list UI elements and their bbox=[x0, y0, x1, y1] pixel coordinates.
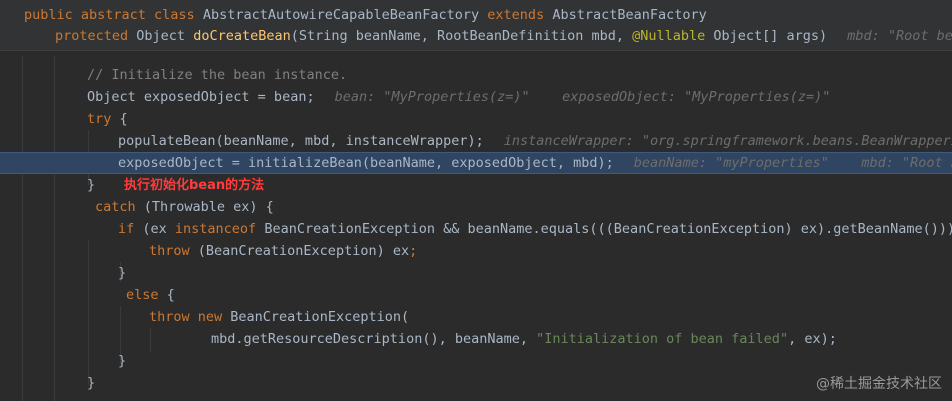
code-text: exposedObject = initializeBean(beanName,… bbox=[118, 155, 614, 171]
inline-debug-hint: instanceWrapper: "org.springframework.be… bbox=[503, 133, 952, 149]
code-line-exposed-object: Object exposedObject = bean; bean: "MyPro… bbox=[87, 86, 952, 108]
parent-class-name: AbstractBeanFactory bbox=[552, 7, 707, 23]
code-line-populate-bean: populateBean(beanName, mbd, instanceWrap… bbox=[118, 130, 952, 152]
throw-keyword: throw bbox=[149, 243, 190, 259]
catch-keyword: catch bbox=[95, 199, 136, 215]
code-text: (Throwable ex) { bbox=[135, 199, 274, 215]
code-line-try: try { bbox=[87, 108, 952, 130]
code-text: { bbox=[111, 111, 128, 127]
method-name: doCreateBean bbox=[193, 28, 291, 44]
code-text: (ex bbox=[134, 221, 175, 237]
code-line-if: if (ex instanceof BeanCreationException … bbox=[118, 218, 952, 240]
code-text: , ex); bbox=[788, 331, 837, 347]
code-text: { bbox=[158, 287, 175, 303]
else-keyword: else bbox=[126, 287, 159, 303]
semicolon: ; bbox=[409, 243, 418, 259]
return-type: Object bbox=[136, 28, 194, 44]
watermark: @稀土掘金技术社区 bbox=[816, 376, 942, 392]
code-line-exception-args: mbd.getResourceDescription(), beanName, … bbox=[211, 328, 952, 350]
code-line-comment: // Initialize the bean instance. bbox=[87, 64, 952, 86]
code-text: Object exposedObject = bean; bbox=[87, 89, 315, 105]
extends-keyword: extends bbox=[487, 7, 553, 23]
code-line-else-close: } bbox=[118, 350, 952, 372]
comment-text: // Initialize the bean instance. bbox=[87, 67, 348, 83]
annotation-note: 执行初始化bean的方法 bbox=[124, 178, 265, 193]
code-line-throw-cast: throw (BeanCreationException) ex; bbox=[149, 240, 952, 262]
class-name: AbstractAutowireCapableBeanFactory bbox=[202, 7, 488, 23]
string-literal: "Initialization of bean failed" bbox=[536, 331, 789, 347]
method-params-rest: Object[] args) bbox=[705, 28, 828, 44]
protected-keyword: protected bbox=[55, 28, 137, 44]
try-keyword: try bbox=[87, 111, 112, 127]
method-declaration-line: protected Object doCreateBean(String bea… bbox=[55, 25, 952, 47]
indent-guide bbox=[150, 328, 151, 352]
code-editor[interactable]: public abstract class AbstractAutowireCa… bbox=[0, 0, 952, 401]
class-keywords: public abstract class bbox=[24, 7, 203, 23]
inline-debug-hint: bean: "MyProperties(z=)" exposedObject: … bbox=[334, 89, 831, 105]
code-text: (BeanCreationException) ex bbox=[189, 243, 410, 259]
indent-guide bbox=[22, 56, 23, 401]
code-line-catch: catch (Throwable ex) { bbox=[95, 196, 952, 218]
inline-debug-hint: mbd: "Root bean: c bbox=[847, 28, 952, 44]
instanceof-keyword: instanceof bbox=[174, 221, 257, 237]
throw-new-keywords: throw new bbox=[149, 309, 223, 325]
nullable-annotation: @Nullable bbox=[632, 28, 706, 44]
code-text: } bbox=[118, 265, 127, 281]
code-line-throw-new: throw new BeanCreationException( bbox=[149, 306, 952, 328]
inline-debug-hint: beanName: "myProperties" mbd: "Root bean bbox=[633, 155, 952, 171]
if-keyword: if bbox=[118, 221, 135, 237]
current-execution-line[interactable]: exposedObject = initializeBean(beanName,… bbox=[0, 152, 952, 174]
code-text: BeanCreationException && beanName.equals… bbox=[256, 221, 952, 237]
code-text: } bbox=[87, 375, 96, 391]
code-text: populateBean(beanName, mbd, instanceWrap… bbox=[118, 133, 484, 149]
code-text: mbd.getResourceDescription(), beanName, bbox=[211, 331, 537, 347]
code-text: BeanCreationException( bbox=[222, 309, 410, 325]
code-text: } bbox=[87, 177, 96, 193]
code-line-else: else { bbox=[126, 284, 952, 306]
method-params: (String beanName, RootBeanDefinition mbd… bbox=[290, 28, 633, 44]
class-declaration-line: public abstract class AbstractAutowireCa… bbox=[24, 4, 952, 26]
code-line-if-close: } bbox=[118, 262, 952, 284]
indent-guide bbox=[54, 56, 55, 401]
indent-guide bbox=[88, 240, 89, 385]
code-text: } bbox=[118, 353, 127, 369]
